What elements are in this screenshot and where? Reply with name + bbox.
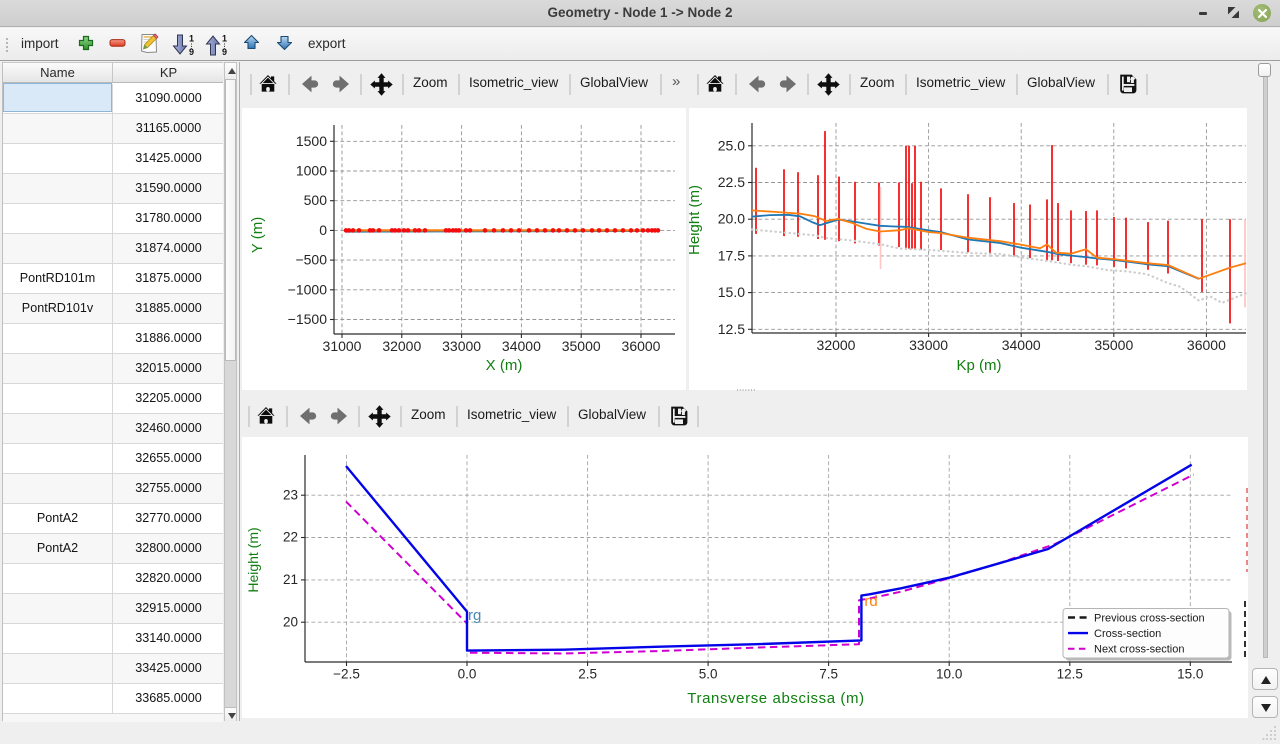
svg-text:−1500: −1500 [288, 311, 328, 327]
svg-text:rg: rg [468, 607, 481, 624]
svg-text:0: 0 [319, 222, 327, 238]
svg-text:500: 500 [304, 192, 328, 208]
svg-text:25.0: 25.0 [718, 137, 745, 153]
svg-text:34000: 34000 [1002, 337, 1041, 353]
svg-text:Transverse abscissa (m): Transverse abscissa (m) [687, 690, 864, 707]
svg-text:Cross-section: Cross-section [1094, 628, 1161, 640]
svg-text:34000: 34000 [502, 338, 541, 354]
svg-text:17.5: 17.5 [718, 247, 745, 263]
svg-text:1500: 1500 [296, 133, 327, 149]
svg-text:1: 1 [222, 34, 227, 44]
svg-text:22: 22 [283, 530, 298, 545]
svg-text:36000: 36000 [622, 338, 661, 354]
svg-text:−2.5: −2.5 [333, 667, 360, 682]
svg-text:1000: 1000 [296, 163, 327, 179]
svg-text:12.5: 12.5 [718, 321, 745, 337]
svg-text:X (m): X (m) [486, 357, 523, 374]
svg-text:1: 1 [189, 34, 194, 44]
svg-text:−1000: −1000 [288, 281, 328, 297]
svg-text:12.5: 12.5 [1057, 667, 1083, 682]
svg-text:−500: −500 [295, 252, 327, 268]
svg-text:Previous cross-section: Previous cross-section [1094, 612, 1205, 624]
svg-text:23: 23 [283, 487, 298, 502]
svg-text:31000: 31000 [323, 338, 362, 354]
svg-text:15.0: 15.0 [1177, 667, 1203, 682]
svg-text:32000: 32000 [382, 338, 421, 354]
svg-text:20: 20 [283, 614, 298, 629]
svg-text:22.5: 22.5 [718, 174, 745, 190]
svg-text:36000: 36000 [1187, 337, 1226, 353]
svg-text:Next cross-section: Next cross-section [1094, 644, 1184, 656]
svg-text:7.5: 7.5 [819, 667, 838, 682]
svg-text:5.0: 5.0 [699, 667, 718, 682]
svg-text:Y (m): Y (m) [249, 217, 266, 253]
svg-text:15.0: 15.0 [718, 284, 745, 300]
svg-text:2.5: 2.5 [578, 667, 597, 682]
svg-text:21: 21 [283, 572, 298, 587]
svg-text:Kp (m): Kp (m) [957, 357, 1002, 374]
svg-text:rd: rd [864, 593, 877, 610]
svg-text:0.0: 0.0 [458, 667, 477, 682]
svg-text:10.0: 10.0 [936, 667, 962, 682]
svg-text:Height (m): Height (m) [689, 185, 703, 255]
svg-text:35000: 35000 [562, 338, 601, 354]
svg-text:33000: 33000 [909, 337, 948, 353]
svg-text:35000: 35000 [1094, 337, 1133, 353]
svg-text:33000: 33000 [442, 338, 481, 354]
svg-text:20.0: 20.0 [718, 211, 745, 227]
svg-text:32000: 32000 [817, 337, 856, 353]
svg-text:Height (m): Height (m) [245, 527, 261, 592]
